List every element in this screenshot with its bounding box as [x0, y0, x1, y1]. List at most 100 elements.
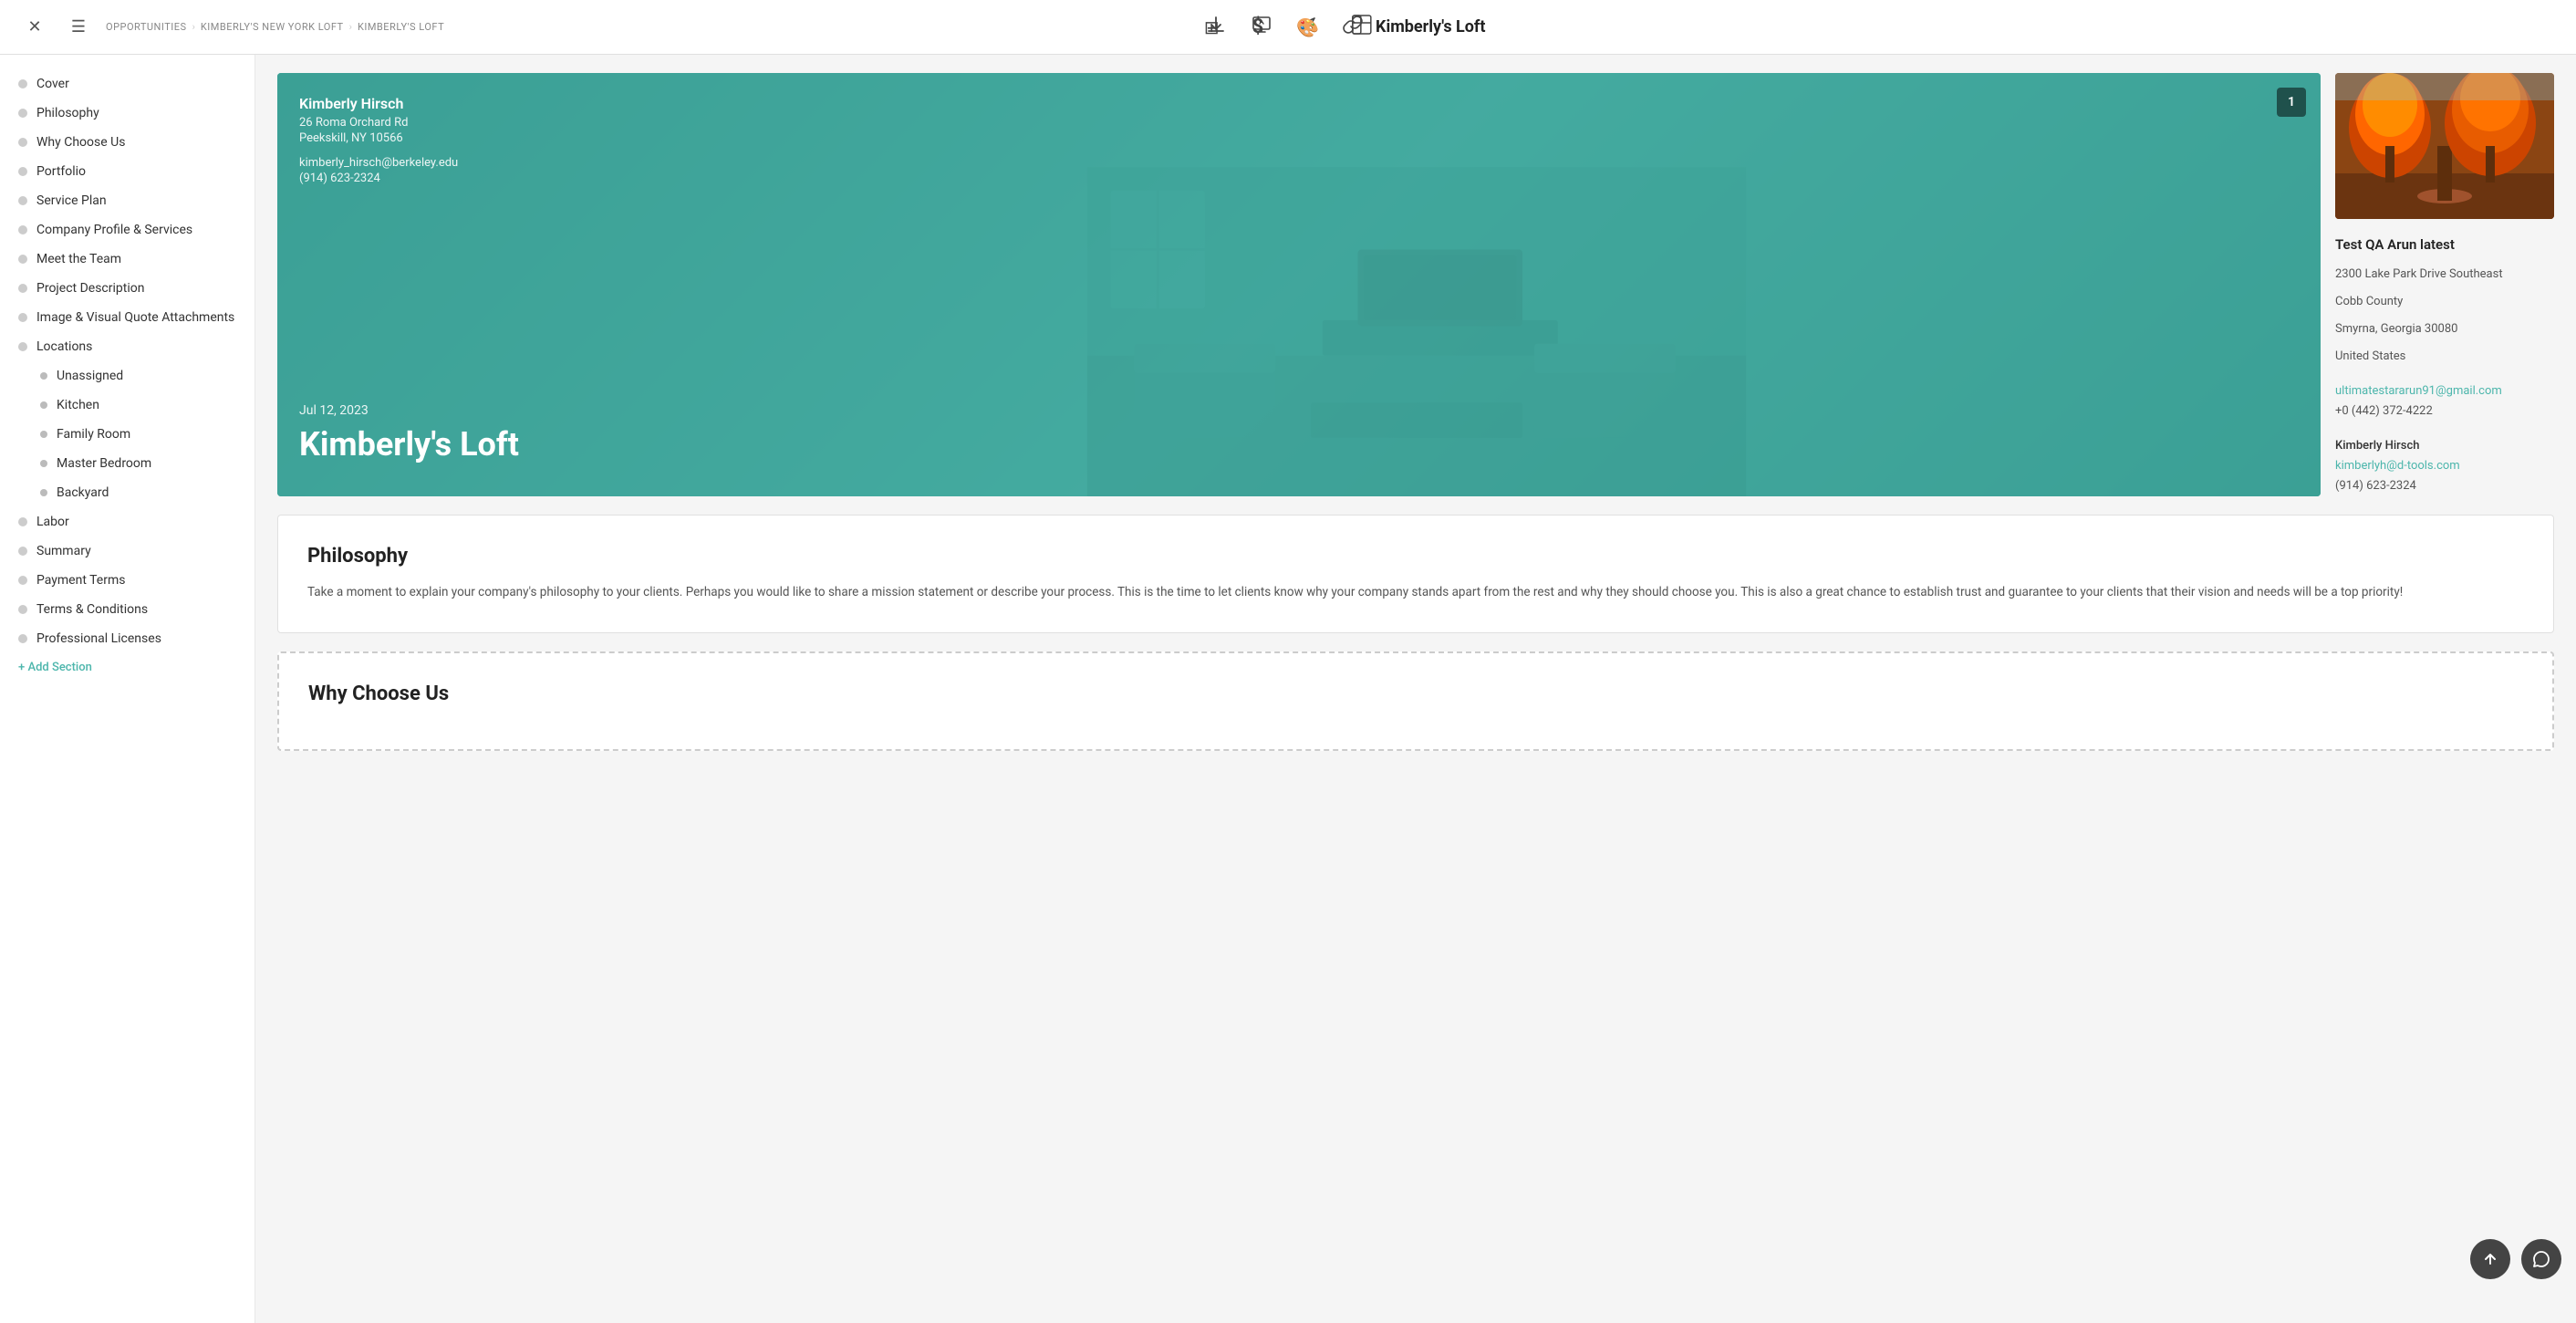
philosophy-title: Philosophy — [307, 545, 2524, 568]
cover-main: Kimberly Hirsch 26 Roma Orchard Rd Peeks… — [277, 73, 2321, 496]
sidebar-item-summary[interactable]: Summary — [0, 536, 254, 566]
sidebar-dot-payment — [18, 576, 27, 585]
sidebar-label-family: Family Room — [57, 427, 130, 442]
sidebar-item-service-plan[interactable]: Service Plan — [0, 186, 254, 215]
sidebar-label-summary: Summary — [36, 544, 91, 558]
sidebar-label-master: Master Bedroom — [57, 456, 151, 471]
sidebar-item-labor[interactable]: Labor — [0, 507, 254, 536]
cover-badge: 1 — [2277, 88, 2306, 117]
add-section-button[interactable]: + Add Section — [0, 653, 254, 682]
sidebar-item-company-profile[interactable]: Company Profile & Services — [0, 215, 254, 245]
sidebar-dot-labor — [18, 517, 27, 526]
cover-date: Jul 12, 2023 — [299, 403, 519, 418]
cover-contact-person-name: Kimberly Hirsch — [2335, 436, 2554, 456]
cover-thumbnail — [2335, 73, 2554, 219]
sidebar-label-licenses: Professional Licenses — [36, 631, 161, 646]
layout-icon[interactable] — [1346, 9, 1377, 45]
cover-project-name: Kimberly's Loft — [299, 425, 519, 464]
breadcrumb: OPPORTUNITIES › KIMBERLY'S NEW YORK LOFT… — [106, 21, 444, 33]
sidebar-item-why-choose-us[interactable]: Why Choose Us — [0, 128, 254, 157]
cover-address2: Peekskill, NY 10566 — [299, 131, 458, 145]
chat-button[interactable] — [2521, 1239, 2561, 1279]
main-layout: Cover Philosophy Why Choose Us Portfolio… — [0, 55, 2576, 1323]
sidebar-item-meet-team[interactable]: Meet the Team — [0, 245, 254, 274]
cover-address1: 26 Roma Orchard Rd — [299, 116, 458, 130]
breadcrumb-ny-loft[interactable]: KIMBERLY'S NEW YORK LOFT — [201, 21, 344, 33]
sidebar-dot-licenses — [18, 634, 27, 643]
cover-company-name: Test QA Arun latest — [2335, 234, 2554, 257]
sidebar-dot-company — [18, 225, 27, 234]
cover-company-email[interactable]: ultimatestararun91@gmail.com — [2335, 381, 2554, 401]
cover-company-phone: +0 (442) 372-4222 — [2335, 401, 2554, 422]
breadcrumb-opportunities[interactable]: OPPORTUNITIES — [106, 21, 187, 33]
topbar-left: ✕ ☰ OPPORTUNITIES › KIMBERLY'S NEW YORK … — [18, 11, 1200, 44]
sidebar-dot-family — [40, 431, 47, 438]
sidebar-item-project-desc[interactable]: Project Description — [0, 274, 254, 303]
cover-overlay — [277, 73, 2321, 496]
sidebar-label-service: Service Plan — [36, 193, 107, 208]
sidebar-item-backyard[interactable]: Backyard — [0, 478, 254, 507]
sidebar-dot-kitchen — [40, 401, 47, 409]
cover-project-info: Jul 12, 2023 Kimberly's Loft — [299, 403, 519, 464]
dollar-icon[interactable]: $ — [1247, 10, 1270, 44]
sidebar-label-locations: Locations — [36, 339, 92, 354]
menu-button[interactable]: ☰ — [62, 11, 95, 44]
cover-contact-details: Test QA Arun latest 2300 Lake Park Drive… — [2335, 234, 2554, 496]
philosophy-section: Philosophy Take a moment to explain your… — [277, 515, 2554, 633]
sidebar-label-kitchen: Kitchen — [57, 398, 99, 412]
sidebar-label-labor: Labor — [36, 515, 69, 529]
sidebar-item-cover[interactable]: Cover — [0, 69, 254, 99]
sidebar-item-professional-licenses[interactable]: Professional Licenses — [0, 624, 254, 653]
sidebar-item-kitchen[interactable]: Kitchen — [0, 391, 254, 420]
sidebar-dot-locations — [18, 342, 27, 351]
sidebar-item-locations[interactable]: Locations — [0, 332, 254, 361]
cover-thumb-inner — [2335, 73, 2554, 219]
sidebar-dot-terms — [18, 605, 27, 614]
sidebar-dot-cover — [18, 79, 27, 89]
why-choose-us-section: Why Choose Us — [277, 651, 2554, 751]
cover-client-info: Kimberly Hirsch 26 Roma Orchard Rd Peeks… — [299, 95, 458, 185]
sidebar-item-family-room[interactable]: Family Room — [0, 420, 254, 449]
sidebar-label-unassigned: Unassigned — [57, 369, 123, 383]
grid-icon[interactable]: ⊞ — [1199, 11, 1225, 44]
cover-company-addr1: 2300 Lake Park Drive Southeast — [2335, 265, 2554, 285]
sidebar-label-project: Project Description — [36, 281, 144, 296]
sidebar-dot-backyard — [40, 489, 47, 496]
palette-icon[interactable]: 🎨 — [1291, 11, 1324, 44]
philosophy-body: Take a moment to explain your company's … — [307, 582, 2524, 603]
sidebar-item-portfolio[interactable]: Portfolio — [0, 157, 254, 186]
breadcrumb-sep2: › — [349, 21, 352, 33]
sidebar-item-image-attachments[interactable]: Image & Visual Quote Attachments — [0, 303, 254, 332]
cover-phone: (914) 623-2324 — [299, 172, 458, 185]
cover-contact-person-email[interactable]: kimberlyh@d-tools.com — [2335, 456, 2554, 476]
sidebar-item-unassigned[interactable]: Unassigned — [0, 361, 254, 391]
sidebar-dot-portfolio — [18, 167, 27, 176]
sidebar-label-team: Meet the Team — [36, 252, 121, 266]
sidebar-label-company: Company Profile & Services — [36, 223, 192, 237]
cover-company-addr3: Smyrna, Georgia 30080 — [2335, 319, 2554, 339]
cover-side-panel: Test QA Arun latest 2300 Lake Park Drive… — [2335, 73, 2554, 496]
breadcrumb-loft[interactable]: KIMBERLY'S LOFT — [358, 21, 444, 33]
cover-contact-person-phone: (914) 623-2324 — [2335, 476, 2554, 496]
sidebar-label-image: Image & Visual Quote Attachments — [36, 310, 234, 325]
sidebar-label-terms: Terms & Conditions — [36, 602, 148, 617]
why-choose-us-title: Why Choose Us — [308, 682, 2523, 705]
sidebar-label-portfolio: Portfolio — [36, 164, 86, 179]
sidebar-item-terms-conditions[interactable]: Terms & Conditions — [0, 595, 254, 624]
cover-section: Kimberly Hirsch 26 Roma Orchard Rd Peeks… — [277, 73, 2554, 496]
sidebar-item-master-bedroom[interactable]: Master Bedroom — [0, 449, 254, 478]
breadcrumb-sep1: › — [192, 21, 195, 33]
sidebar: Cover Philosophy Why Choose Us Portfolio… — [0, 55, 255, 1323]
cover-company-addr2: Cobb County — [2335, 292, 2554, 312]
close-button[interactable]: ✕ — [18, 11, 51, 44]
sidebar-dot-team — [18, 255, 27, 264]
sidebar-dot-image — [18, 313, 27, 322]
sidebar-dot-project — [18, 284, 27, 293]
sidebar-label-payment: Payment Terms — [36, 573, 125, 588]
sidebar-item-payment-terms[interactable]: Payment Terms — [0, 566, 254, 595]
sidebar-dot-summary — [18, 547, 27, 556]
sidebar-item-philosophy[interactable]: Philosophy — [0, 99, 254, 128]
cover-email: kimberly_hirsch@berkeley.edu — [299, 156, 458, 170]
sidebar-label-backyard: Backyard — [57, 485, 109, 500]
scroll-up-button[interactable] — [2470, 1239, 2510, 1279]
